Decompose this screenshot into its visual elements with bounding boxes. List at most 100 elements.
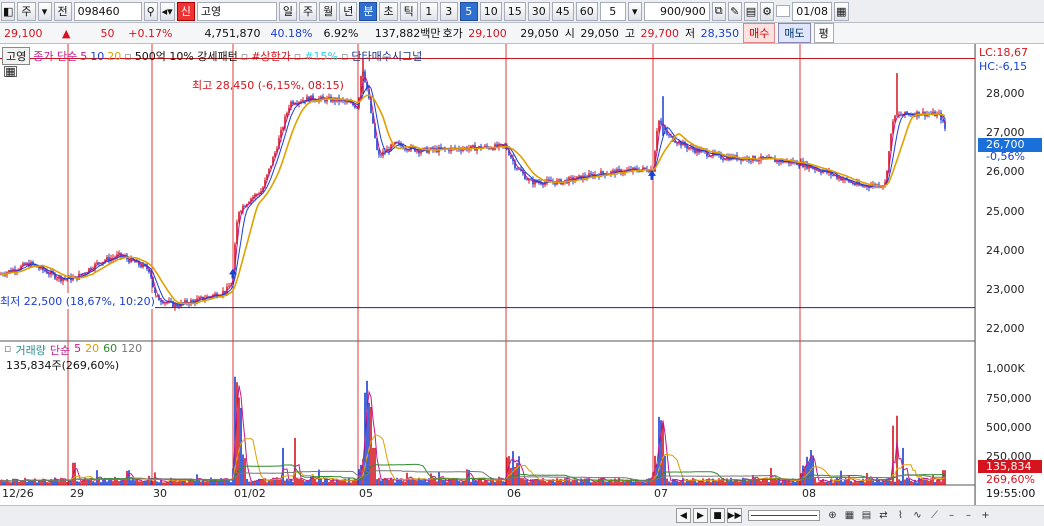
minute-45[interactable]: 45 [551,1,574,21]
candle-body [380,154,382,156]
volume-title[interactable]: 거래량 [15,342,45,358]
chart-svg[interactable] [0,44,1044,505]
volume-bar [168,482,170,485]
volume-bar [760,481,762,485]
stock-type-select[interactable]: 주 [17,1,36,21]
volume-bar [624,482,626,485]
chart-type-icon[interactable]: ⌇ [894,508,907,523]
buy-button[interactable]: 매수 [743,23,776,43]
decrease-icon[interactable]: – [962,508,975,523]
volume-bar [130,480,132,485]
print-icon[interactable]: ▤ [743,1,759,21]
volume-bar [192,480,194,485]
legend-ma10[interactable]: 10 [90,50,104,63]
volume-bar [112,481,114,485]
legend-ma20[interactable]: 20 [107,50,121,63]
volume-bar [446,481,448,485]
period-year[interactable]: 년 [339,1,358,21]
legend-ma5[interactable]: 5 [80,50,87,63]
volume-bar [818,482,820,485]
volume-bar [694,480,696,485]
zoom-slider[interactable] [748,510,820,521]
grid-icon[interactable]: ▦ [843,508,856,523]
grid-toggle-icon[interactable]: ▦ [4,66,17,77]
volume-bar [200,481,202,485]
line-chart-icon[interactable]: ∿ [911,508,924,523]
minute-30[interactable]: 30 [527,1,550,21]
gear-icon[interactable]: ⚙ [760,1,775,21]
calendar-icon[interactable]: ▦ [834,1,849,21]
avg-button[interactable]: 평 [813,23,834,43]
period-day[interactable]: 일 [278,1,297,21]
chart-area[interactable]: 고영 종가 단순 5 10 20 ▫ 500억 10% 강세패턴 ▫ #상한가 … [0,44,1044,526]
volume-bar [710,482,712,485]
period-week[interactable]: 주 [298,1,318,21]
chevron-down-icon[interactable]: ▾ [37,1,52,21]
search-icon[interactable]: ⚲ [143,1,158,21]
volume-bar [724,481,726,485]
increase-icon[interactable]: + [979,508,992,523]
trend-icon[interactable]: ⟋ [928,508,941,523]
chart-add-icon[interactable]: ⧉ [711,1,726,21]
volume-bar [556,478,558,485]
stop-icon[interactable]: ■ [710,508,725,523]
volume-bar [668,481,670,485]
legend-item-limit[interactable]: #상한가 [251,48,291,64]
date-field[interactable]: 01/08 [792,1,833,21]
volume-ma-label[interactable]: 단순 [50,342,70,358]
volume-bar [288,480,290,485]
period-tick[interactable]: 틱 [399,1,418,21]
volume-bar [4,481,6,485]
count-field[interactable]: 900/900 [643,1,710,21]
volume-bar [80,482,82,485]
table-icon[interactable]: ▤ [860,508,873,523]
volume-bar [698,481,700,485]
volume-bar [906,477,908,485]
settings-icon[interactable]: ✎ [727,1,742,21]
compare-icon[interactable]: ⇄ [877,508,890,523]
code-input[interactable]: 098460 [73,1,142,21]
volume-ma5[interactable]: 5 [74,342,81,358]
volume-bar [106,481,108,485]
legend-stock-name[interactable]: 고영 [2,47,31,65]
volume-bar [328,481,330,485]
minute-5[interactable]: 5 [459,1,478,21]
zoom-in-icon[interactable]: ⊕ [826,508,839,523]
stock-name-field[interactable]: 고영 [196,1,277,21]
minute-10[interactable]: 10 [479,1,502,21]
minute-15[interactable]: 15 [503,1,526,21]
volume-bar [822,478,824,485]
volume-bar [68,481,70,485]
minute-60[interactable]: 60 [575,1,598,21]
legend-item-15pct[interactable]: #15% [304,50,338,63]
sell-button[interactable]: 매도 [778,23,811,43]
period-minute[interactable]: 분 [359,1,378,21]
period-second[interactable]: 초 [379,1,398,21]
volume-bar [848,475,850,485]
volume-bar [746,481,748,485]
fast-forward-icon[interactable]: ▶▶ [727,508,742,523]
volume-ma60[interactable]: 60 [103,342,117,358]
prev-button[interactable]: 전 [53,1,72,21]
play-icon[interactable]: ▶ [693,508,708,523]
minute-1[interactable]: 1 [419,1,438,21]
legend-item-signal[interactable]: 단타매수시그널 [351,48,422,64]
speaker-icon[interactable]: ◂▾ [159,1,175,21]
period-month[interactable]: 월 [319,1,338,21]
chevron-down-icon[interactable]: ▾ [627,1,642,21]
volume-bar [670,482,672,485]
volume-ma20[interactable]: 20 [85,342,99,358]
volume-ma120[interactable]: 120 [121,342,142,358]
minute-3[interactable]: 3 [439,1,458,21]
scroll-left-icon[interactable]: ◀ [676,508,691,523]
custom-minute-input[interactable]: 5 [599,1,626,21]
legend-ma-label[interactable]: 종가 단순 [33,48,77,64]
x-label: 30 [153,487,167,500]
checkbox[interactable] [776,5,791,17]
candle-body [424,147,426,149]
volume-bar [692,477,694,485]
minimize-icon[interactable]: – [945,508,958,523]
legend-item-pattern[interactable]: 500억 10% 강세패턴 [135,48,238,64]
volume-bar [346,482,348,485]
window-icon[interactable]: ◧ [1,1,16,21]
